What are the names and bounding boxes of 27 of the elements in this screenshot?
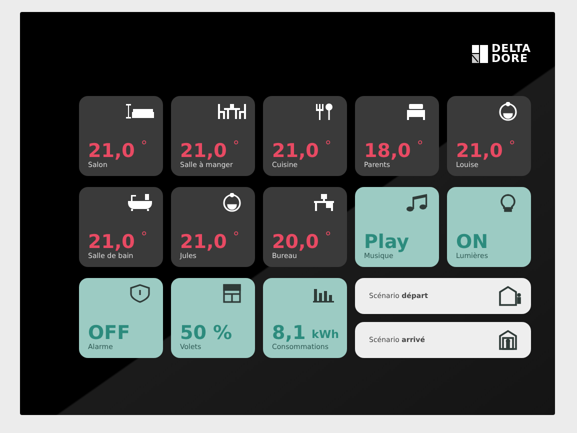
tile-value: 21,0	[456, 141, 503, 161]
unit-label: kWh	[312, 329, 339, 341]
unit-label: °	[140, 232, 148, 244]
tile-value: 8,1	[272, 323, 306, 343]
unit-label: °	[232, 232, 240, 244]
dining-table-icon	[216, 102, 248, 122]
tile-value: 21,0	[88, 232, 135, 252]
unit-label: °	[324, 232, 332, 244]
house-icon	[497, 285, 523, 307]
tile-value: 20,0	[272, 232, 319, 252]
unit-label: °	[324, 141, 332, 153]
tile-value: 21,0	[180, 141, 227, 161]
tile-value: 50 %	[180, 323, 232, 343]
unit-label: °	[232, 141, 240, 153]
tile-value: 18,0	[364, 141, 411, 161]
tile-value: 21,0	[180, 232, 227, 252]
tile-value: 21,0	[88, 141, 135, 161]
logo-text: DELTA	[492, 44, 531, 54]
unit-label: °	[140, 141, 148, 153]
tile-value: OFF	[88, 323, 130, 343]
tile-value: Play	[364, 232, 410, 252]
logo-icon	[472, 45, 488, 63]
logo-text: DORE	[492, 54, 529, 64]
tile-value: ON	[456, 232, 488, 252]
unit-label: °	[416, 141, 424, 153]
unit-label: °	[508, 141, 516, 153]
tile-value: 21,0	[272, 141, 319, 161]
